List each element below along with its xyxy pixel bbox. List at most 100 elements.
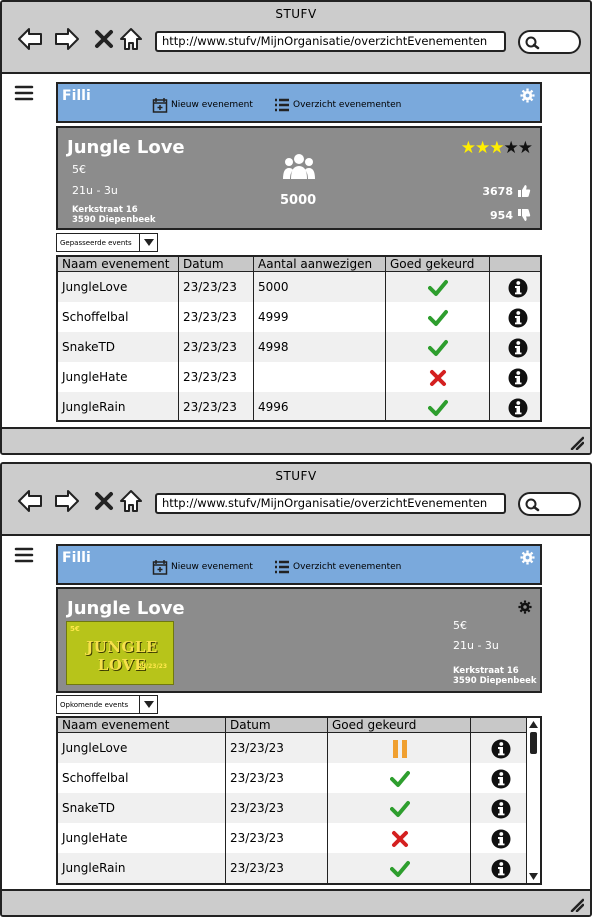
cell-date: 23/23/23 <box>225 763 327 793</box>
cell-info <box>470 763 530 793</box>
overview-events-button[interactable]: Overzicht evenementen <box>274 97 401 113</box>
info-icon[interactable] <box>508 278 528 298</box>
info-icon[interactable] <box>508 338 528 358</box>
info-icon[interactable] <box>491 829 511 849</box>
app-brand[interactable]: Filli <box>62 550 91 566</box>
scroll-down-icon[interactable] <box>529 872 538 881</box>
cell-name: JungleHate <box>62 831 128 845</box>
forward-arrow-icon[interactable] <box>54 488 80 514</box>
event-filter-value: Opkomende events <box>60 701 129 709</box>
chevron-down-icon[interactable] <box>139 696 157 713</box>
window-title: STUFV <box>275 469 317 483</box>
info-icon[interactable] <box>491 769 511 789</box>
url-bar[interactable]: http://www.stufv/MijnOrganisatie/overzic… <box>155 31 506 52</box>
info-icon[interactable] <box>491 859 511 879</box>
table-row[interactable]: SnakeTD 23/23/23 <box>58 793 530 823</box>
cell-status <box>327 763 470 793</box>
cell-name: SnakeTD <box>62 801 116 815</box>
cell-name: JungleHate <box>62 370 128 384</box>
scrollbar-thumb[interactable] <box>530 732 537 754</box>
cell-status <box>327 853 470 883</box>
home-icon[interactable] <box>118 26 144 52</box>
col-header-date[interactable]: Datum <box>225 718 327 733</box>
info-icon[interactable] <box>491 799 511 819</box>
cell-info <box>470 733 530 763</box>
checkmark-icon <box>428 398 448 418</box>
star-icon: ★ <box>460 138 476 158</box>
new-event-button[interactable]: Nieuw evenement <box>152 97 253 113</box>
info-icon[interactable] <box>508 398 528 418</box>
list-icon <box>275 98 289 112</box>
cell-info <box>470 793 530 823</box>
back-arrow-icon[interactable] <box>17 488 43 514</box>
pause-icon <box>390 739 410 759</box>
col-header-info <box>470 718 530 733</box>
close-icon[interactable] <box>91 26 117 52</box>
cell-date: 23/23/23 <box>225 853 327 883</box>
browser-search-field[interactable] <box>518 492 581 516</box>
cell-status <box>385 332 489 362</box>
resize-handle-icon[interactable] <box>570 435 585 451</box>
table-row[interactable]: JungleHate 23/23/23 <box>58 823 530 853</box>
col-header-name[interactable]: Naam evenement <box>58 718 225 733</box>
checkmark-icon <box>389 769 410 789</box>
home-icon[interactable] <box>118 488 144 514</box>
cell-status <box>385 302 489 332</box>
settings-gear-icon[interactable] <box>520 550 535 565</box>
menu-icon[interactable] <box>14 84 34 102</box>
col-header-attendees[interactable]: Aantal aanwezigen <box>253 257 385 272</box>
resize-handle-icon[interactable] <box>570 897 585 913</box>
cell-date: 23/23/23 <box>178 362 253 392</box>
event-time: 21u - 3u <box>453 639 499 652</box>
col-header-date[interactable]: Datum <box>178 257 253 272</box>
table-row[interactable]: JungleLove 23/23/23 5000 <box>58 272 540 302</box>
menu-icon[interactable] <box>14 546 34 564</box>
new-event-button[interactable]: Nieuw evenement <box>152 559 253 575</box>
col-header-approved[interactable]: Goed gekeurd <box>385 257 489 272</box>
col-header-approved[interactable]: Goed gekeurd <box>327 718 470 733</box>
table-row[interactable]: JungleHate 23/23/23 <box>58 362 540 392</box>
table-row[interactable]: JungleRain 23/23/23 <box>58 853 530 883</box>
event-price: 5€ <box>72 163 86 176</box>
overview-events-button[interactable]: Overzicht evenementen <box>274 559 401 575</box>
table-row[interactable]: SnakeTD 23/23/23 4998 <box>58 332 540 362</box>
app-brand[interactable]: Filli <box>62 88 91 104</box>
url-bar[interactable]: http://www.stufv/MijnOrganisatie/overzic… <box>155 493 506 514</box>
checkmark-icon <box>428 308 448 328</box>
event-filter-select[interactable]: Opkomende events <box>56 695 158 714</box>
table-row[interactable]: Schoffelbal 23/23/23 <box>58 763 530 793</box>
close-icon[interactable] <box>91 488 117 514</box>
info-icon[interactable] <box>508 368 528 388</box>
forward-arrow-icon[interactable] <box>54 26 80 52</box>
status-bar <box>2 427 590 453</box>
scroll-up-icon[interactable] <box>529 720 538 729</box>
browser-chrome: STUFV http://www.stufv/MijnOrganisatie/o… <box>2 464 590 536</box>
cell-info <box>489 362 540 392</box>
event-filter-select[interactable]: Gepasseerde events <box>56 233 158 252</box>
event-poster-image[interactable]: 5€ JUNGLE LOVE 23/23/23 <box>66 621 174 685</box>
cell-date: 23/23/23 <box>225 733 327 763</box>
cell-name: JungleLove <box>62 741 128 755</box>
col-header-name[interactable]: Naam evenement <box>58 257 178 272</box>
app-header: Filli Nieuw evenement Overzicht evenemen… <box>56 544 542 585</box>
edit-event-gear-icon[interactable] <box>518 599 532 614</box>
cell-count: 4998 <box>253 332 385 362</box>
poster-date: 23/23/23 <box>137 663 167 670</box>
chevron-down-icon[interactable] <box>139 234 157 251</box>
calendar-add-icon <box>152 98 168 113</box>
browser-chrome: STUFV http://www.stufv/MijnOrganisatie/o… <box>2 2 590 74</box>
info-icon[interactable] <box>491 739 511 759</box>
event-detail-card: Jungle Love 5€ JUNGLE LOVE 23/23/23 5€ 2… <box>56 587 542 693</box>
star-icon: ★ <box>503 138 519 158</box>
table-row[interactable]: JungleRain 23/23/23 4996 <box>58 392 540 420</box>
info-icon[interactable] <box>508 308 528 328</box>
table-scrollbar[interactable] <box>526 718 540 883</box>
cell-date: 23/23/23 <box>178 332 253 362</box>
settings-gear-icon[interactable] <box>520 88 535 103</box>
browser-search-field[interactable] <box>518 30 581 54</box>
cell-info <box>470 853 530 883</box>
table-row[interactable]: JungleLove 23/23/23 <box>58 733 530 763</box>
table-row[interactable]: Schoffelbal 23/23/23 4999 <box>58 302 540 332</box>
back-arrow-icon[interactable] <box>17 26 43 52</box>
event-title: Jungle Love <box>67 598 185 619</box>
